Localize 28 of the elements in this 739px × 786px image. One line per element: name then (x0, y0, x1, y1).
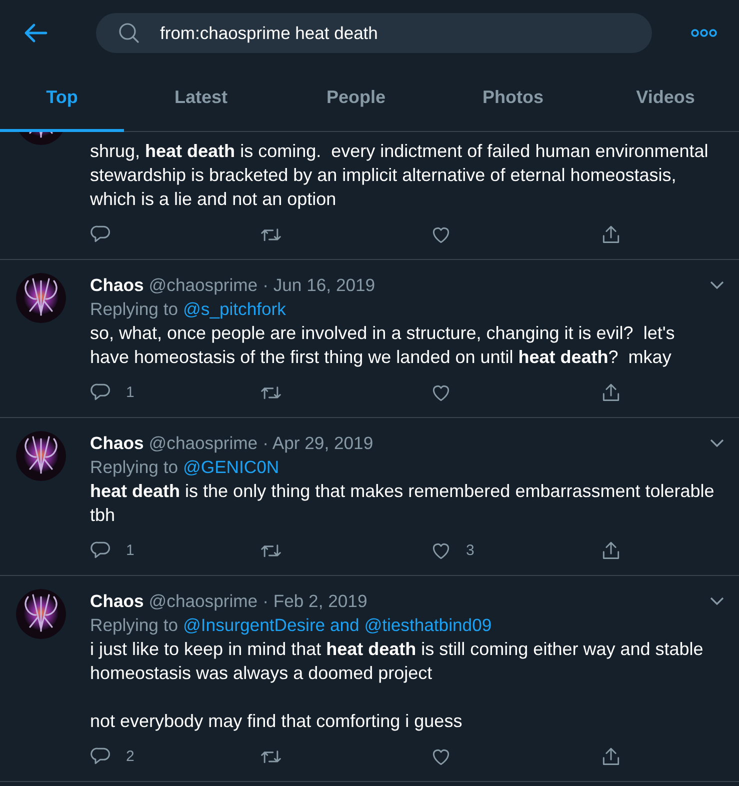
user-handle: @chaosprime (148, 590, 258, 612)
user-handle: @chaosprime (148, 432, 258, 454)
tweet-date[interactable]: · Feb 2, 2019 (262, 590, 368, 612)
count: 1 (126, 542, 134, 558)
tweet-date[interactable]: · Jun 16, 2019 (262, 274, 376, 296)
tweet-text: i just like to keep in mind that heat death is still coming either way and stable homeostasis was always a doomed project not everybody may find that comforting i guess (90, 638, 704, 733)
tab[interactable]: People (278, 66, 434, 132)
user-name[interactable]: Chaos (90, 274, 144, 296)
mention-link[interactable]: @InsurgentDesire and @tiesthatbind09 (183, 613, 492, 637)
user-handle: @chaosprime (148, 274, 258, 296)
count: 1 (126, 384, 134, 400)
count: 3 (466, 542, 474, 558)
tab[interactable]: Latest (124, 66, 278, 132)
search-field[interactable]: from:chaosprime heat death (96, 13, 652, 53)
replying-label: Replying to (90, 456, 178, 479)
tab[interactable]: Photos (434, 66, 592, 132)
mention-link[interactable]: @GENIC0N (183, 455, 280, 479)
tweet-text: shrug, heat death is coming. every indictment of failed human environmental stewardship is bracketed by an implicit alternative of eternal homeostasis, which is a lie and not an option (90, 140, 710, 211)
tab[interactable]: Videos (592, 66, 739, 132)
tweet-date[interactable]: · Apr 29, 2019 (262, 432, 374, 454)
mention-link[interactable]: @s_pitchfork (183, 297, 286, 321)
count: 2 (126, 748, 134, 764)
tweet-text: heat death is the only thing that makes remembered embarrassment tolerable tbh (90, 480, 716, 527)
user-name[interactable]: Chaos (90, 432, 144, 454)
replying-label: Replying to (90, 614, 178, 637)
replying-label: Replying to (90, 298, 178, 321)
tweet-text: so, what, once people are involved in a structure, changing it is evil? let's have homeostasis of the first thing we landed on until heat death? mkay (90, 322, 676, 369)
user-name[interactable]: Chaos (90, 590, 144, 612)
